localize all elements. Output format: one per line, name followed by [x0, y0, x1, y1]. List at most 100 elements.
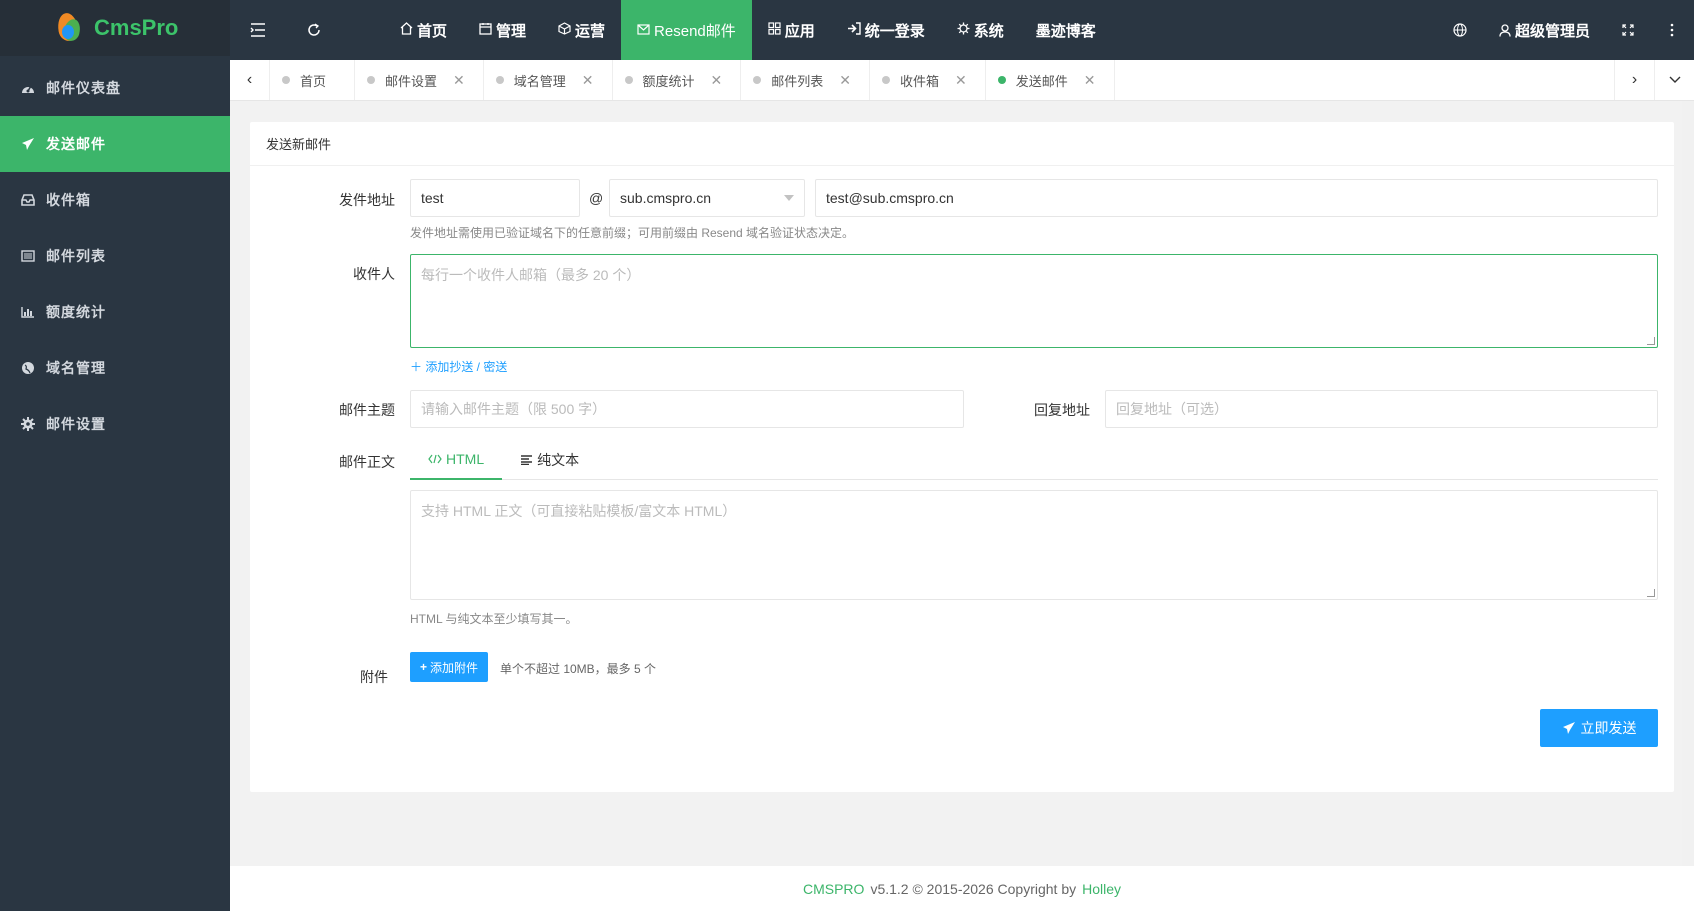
from-domain-select[interactable]: sub.cmspro.cn — [609, 179, 805, 217]
nav-label: 首页 — [417, 22, 448, 40]
tab-dot — [367, 76, 376, 84]
nav-sso[interactable]: 统一登录 — [831, 0, 941, 60]
close-icon[interactable]: ✕ — [582, 72, 594, 89]
inbox-icon — [20, 192, 36, 208]
sidebar-item-label: 收件箱 — [46, 192, 91, 208]
sidebar-item-quota-stats[interactable]: 额度统计 — [0, 284, 230, 340]
resize-handle-icon[interactable] — [1647, 337, 1655, 345]
nav-apps[interactable]: 应用 — [752, 0, 831, 60]
from-prefix-input[interactable]: test — [410, 179, 580, 217]
tab-mail-list[interactable]: 邮件列表 ✕ — [741, 60, 871, 100]
subject-input[interactable]: 请输入邮件主题（限 500 字） — [410, 390, 964, 428]
sidebar-item-label: 邮件仪表盘 — [46, 80, 121, 96]
cube-icon — [558, 22, 571, 38]
footer-copyright: v5.1.2 © 2015-2026 Copyright by — [870, 880, 1077, 897]
flame-logo-icon — [52, 11, 86, 45]
close-icon[interactable]: ✕ — [711, 72, 723, 89]
page-scrollbar[interactable] — [1682, 101, 1694, 866]
add-cc-bcc-link[interactable]: ＋ 添加抄送 / 密送 — [410, 358, 507, 375]
from-label: 发件地址 — [339, 192, 395, 208]
user-menu[interactable]: 超级管理员 — [1483, 0, 1606, 60]
paper-plane-icon — [1562, 721, 1576, 735]
language-globe-icon[interactable] — [1437, 0, 1483, 60]
nav-system[interactable]: 系统 — [941, 0, 1020, 60]
fullscreen-icon[interactable] — [1606, 0, 1650, 60]
tab-domains[interactable]: 域名管理 ✕ — [484, 60, 613, 100]
body-textarea[interactable]: 支持 HTML 正文（可直接粘贴模板/富文本 HTML） — [410, 490, 1658, 600]
close-icon[interactable]: ✕ — [839, 72, 851, 89]
sidebar-item-label: 发送邮件 — [46, 136, 106, 152]
tab-dot — [997, 76, 1006, 84]
nav-label: 应用 — [784, 22, 815, 40]
sidebar-item-domains[interactable]: 域名管理 — [0, 340, 230, 396]
chevron-down-icon[interactable] — [1654, 60, 1694, 100]
sidebar-item-dashboard[interactable]: 邮件仪表盘 — [0, 60, 230, 116]
more-vertical-icon[interactable] — [1650, 0, 1694, 60]
top-bar: 首页 管理 运营 Resend邮件 应用 统一登录 系统 墨迹博客 超级管理员 — [230, 0, 1694, 60]
gear-icon — [20, 416, 36, 432]
tab-dot — [882, 76, 891, 84]
nav-manage[interactable]: 管理 — [463, 0, 542, 60]
nav-label: 管理 — [496, 22, 527, 40]
send-now-button[interactable]: 立即发送 — [1540, 709, 1658, 747]
page-tabs: 首页 邮件设置 ✕ 域名管理 ✕ 额度统计 ✕ 邮件列表 ✕ 收件箱 ✕ 发送邮… — [270, 60, 1614, 100]
send-now-label: 立即发送 — [1580, 720, 1637, 736]
reply-to-input[interactable]: 回复地址（可选） — [1105, 390, 1658, 428]
attachment-label: 附件 — [360, 669, 388, 685]
home-icon — [400, 22, 413, 38]
tab-text-label: 纯文本 — [537, 452, 580, 468]
apps-icon — [768, 22, 781, 38]
tab-mail-settings[interactable]: 邮件设置 ✕ — [355, 60, 484, 100]
tab-dot — [624, 76, 633, 84]
chevron-right-icon[interactable]: › — [1614, 60, 1654, 100]
align-left-icon — [520, 455, 533, 465]
tab-label: 首页 — [300, 73, 327, 89]
chevron-left-icon[interactable]: ‹ — [230, 60, 270, 100]
menu-toggle-icon[interactable] — [230, 0, 286, 60]
calendar-icon — [479, 22, 492, 38]
tab-send-mail[interactable]: 发送邮件 ✕ — [986, 60, 1115, 100]
refresh-icon[interactable] — [286, 0, 342, 60]
caret-down-icon — [784, 195, 794, 201]
sidebar-item-mail-list[interactable]: 邮件列表 — [0, 228, 230, 284]
logo[interactable]: CmsPro — [0, 0, 230, 56]
sidebar-item-label: 额度统计 — [46, 304, 106, 320]
sidebar-item-label: 邮件设置 — [46, 416, 106, 432]
nav-operations[interactable]: 运营 — [542, 0, 621, 60]
body-label: 邮件正文 — [339, 454, 395, 470]
send-mail-card: 发送新邮件 发件地址 test @ sub.cmspro.cn test@sub… — [250, 122, 1674, 792]
close-icon[interactable]: ✕ — [453, 72, 465, 89]
top-right-tools: 超级管理员 — [1437, 0, 1694, 60]
user-icon — [1499, 23, 1511, 37]
tab-quota-stats[interactable]: 额度统计 ✕ — [613, 60, 742, 100]
tab-html[interactable]: HTML — [410, 440, 503, 480]
footer-author-link[interactable]: Holley — [1082, 881, 1121, 897]
add-attachment-button[interactable]: + 添加附件 — [410, 652, 489, 682]
tab-inbox[interactable]: 收件箱 ✕ — [870, 60, 986, 100]
add-attachment-label: 添加附件 — [430, 660, 479, 675]
footer-brand-link[interactable]: CMSPRO — [803, 881, 864, 897]
globe-icon — [20, 360, 36, 376]
tab-home[interactable]: 首页 — [270, 60, 356, 100]
sidebar: CmsPro 邮件仪表盘 发送邮件 收件箱 邮件列表 额度统计 域名管理 邮件设… — [0, 0, 230, 911]
sidebar-item-send-mail[interactable]: 发送邮件 — [0, 116, 230, 172]
tab-label: 邮件列表 — [771, 73, 824, 89]
tab-dot — [495, 76, 504, 84]
close-icon[interactable]: ✕ — [1084, 72, 1096, 89]
recipients-placeholder: 每行一个收件人邮箱（最多 20 个） — [421, 267, 641, 283]
nav-blog[interactable]: 墨迹博客 — [1020, 0, 1112, 60]
mail-icon — [637, 23, 650, 38]
nav-home[interactable]: 首页 — [384, 0, 463, 60]
recipients-textarea[interactable]: 每行一个收件人邮箱（最多 20 个） — [410, 254, 1658, 348]
tab-label: 域名管理 — [513, 73, 566, 89]
tab-plain-text[interactable]: 纯文本 — [502, 440, 597, 480]
attachment-hint: 单个不超过 10MB，最多 5 个 — [500, 662, 657, 676]
close-icon[interactable]: ✕ — [955, 72, 967, 89]
nav-label: 统一登录 — [864, 22, 925, 40]
resize-handle-icon[interactable] — [1647, 589, 1655, 597]
user-name: 超级管理员 — [1514, 22, 1590, 40]
nav-resend-mail[interactable]: Resend邮件 — [621, 0, 752, 60]
sidebar-item-inbox[interactable]: 收件箱 — [0, 172, 230, 228]
footer: CMSPRO v5.1.2 © 2015-2026 Copyright by H… — [230, 866, 1694, 911]
sidebar-item-mail-settings[interactable]: 邮件设置 — [0, 396, 230, 452]
